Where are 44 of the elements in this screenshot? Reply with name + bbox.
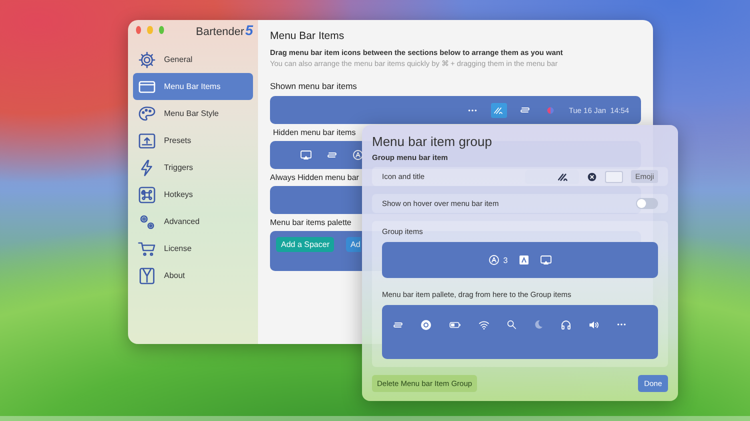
screen-mirroring-icon: [540, 254, 552, 266]
section-heading: Menu bar items palette: [270, 218, 352, 227]
moon-icon: [533, 319, 544, 330]
document-icon: [518, 254, 530, 266]
sidebar-item[interactable]: About: [133, 262, 253, 289]
sidebar-item[interactable]: Presets: [133, 127, 253, 154]
translate-icon: [488, 254, 500, 266]
screen-mirroring-icon: [300, 149, 312, 161]
title-field[interactable]: [605, 170, 624, 182]
sidebar-item[interactable]: Menu Bar Style: [133, 100, 253, 127]
toggle-switch[interactable]: [636, 198, 658, 209]
upload-tray-icon: [138, 132, 156, 150]
headphones-icon: [560, 319, 572, 331]
battery-icon: [448, 319, 462, 331]
search-icon: [506, 319, 517, 330]
cart-icon: [138, 240, 156, 258]
sidebar-item[interactable]: Menu Bar Items: [133, 73, 253, 100]
clear-icon: [587, 172, 598, 182]
item-count: 3: [503, 256, 508, 264]
minimize-button[interactable]: [147, 26, 153, 34]
menu-bar-item[interactable]: [490, 102, 507, 118]
close-button[interactable]: [136, 26, 142, 34]
palette-icon: [138, 104, 156, 122]
sidebar-item[interactable]: General: [133, 46, 253, 73]
section-heading: Hidden menu bar items: [273, 128, 356, 137]
app-version: 5: [245, 22, 253, 38]
command-key-icon: [138, 186, 156, 204]
section-heading: Always Hidden menu bar: [270, 173, 359, 182]
sidebar-item[interactable]: Advanced: [133, 208, 253, 235]
sidebar-item[interactable]: Hotkeys: [133, 181, 253, 208]
speaker-icon: [588, 319, 600, 331]
translate-icon: [352, 149, 364, 161]
orb-icon: [545, 104, 556, 116]
gear-icon: [138, 50, 156, 68]
sidebar-item[interactable]: License: [133, 235, 253, 262]
zoom-button[interactable]: [158, 26, 164, 34]
wifi-icon: [478, 319, 490, 331]
section-heading: Shown menu bar items: [270, 81, 357, 91]
tuxedo-icon: [138, 266, 156, 284]
sidebar-item[interactable]: Triggers: [133, 154, 253, 181]
gears-icon: [138, 212, 156, 230]
sheet-title: Menu bar item group: [372, 134, 493, 149]
page-title: Menu Bar Items: [270, 30, 346, 42]
app-name: Bartender: [196, 26, 244, 38]
